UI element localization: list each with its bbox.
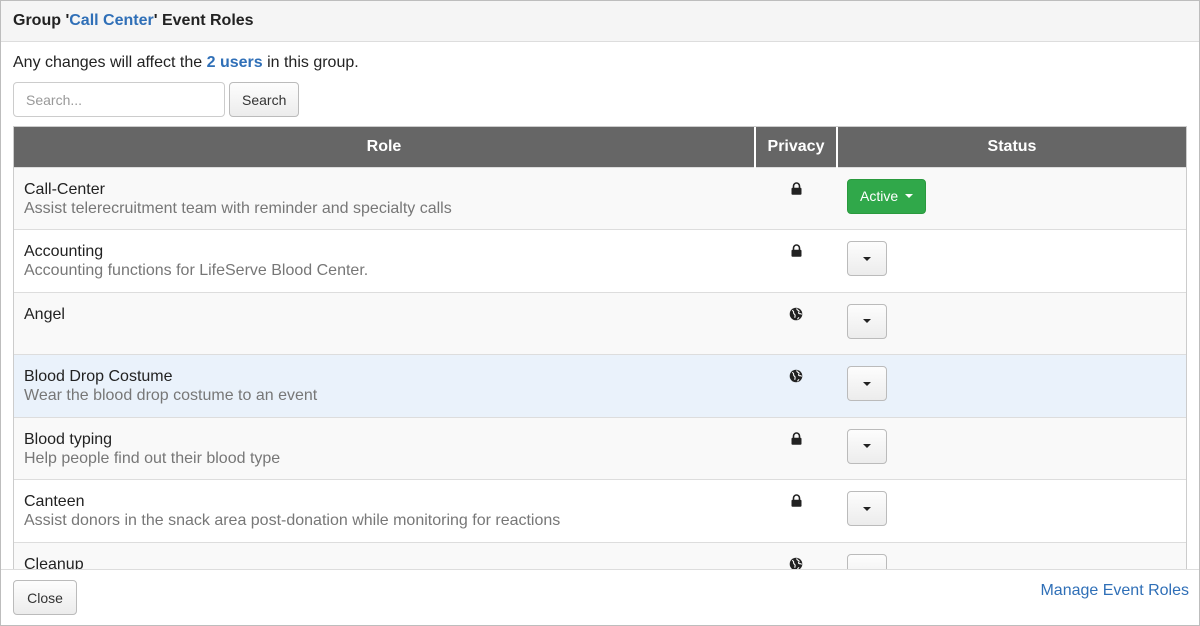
privacy-cell	[755, 541, 837, 569]
globe-icon	[789, 369, 803, 387]
status-dropdown-button[interactable]	[847, 428, 887, 464]
status-cell	[837, 354, 1186, 417]
manage-event-roles-link[interactable]: Manage Event Roles	[1040, 582, 1189, 600]
status-dropdown-button[interactable]	[847, 241, 887, 276]
roles-table: Role Privacy Status Call-Center Assist te…	[14, 127, 1186, 570]
role-name: Accounting	[24, 243, 104, 260]
caret-down-icon	[863, 319, 871, 323]
privacy-cell	[755, 166, 837, 230]
role-cell: Accounting Accounting functions for LifeS…	[14, 229, 755, 292]
close-button[interactable]: Close	[13, 580, 77, 615]
table-row: Canteen Assist donors in the snack area p…	[14, 479, 1186, 542]
users-link[interactable]: 2 users	[207, 54, 263, 71]
lock-icon	[791, 494, 802, 511]
status-dropdown-button[interactable]	[847, 553, 887, 569]
caret-down-icon	[863, 444, 871, 448]
lock-icon	[791, 431, 802, 449]
column-header-status: Status	[837, 127, 1186, 167]
role-description: Help people find out their blood type	[24, 449, 281, 467]
privacy-cell	[755, 291, 837, 355]
status-cell	[837, 416, 1186, 480]
role-cell: Blood Drop Costume Wear the blood drop co…	[14, 354, 755, 417]
lock-icon	[791, 181, 802, 199]
role-name: Canteen	[24, 493, 85, 510]
caret-down-icon	[905, 194, 914, 198]
role-description: Assist telerecruitment team with reminde…	[24, 199, 452, 217]
caret-down-icon	[863, 506, 871, 511]
status-cell: Active	[837, 166, 1186, 230]
table-row: Cleanup	[14, 541, 1186, 570]
role-cell: Angel	[14, 291, 755, 355]
group-name-link[interactable]: Call Center	[69, 12, 153, 29]
modal-title: Group 'Call Center' Event Roles	[13, 12, 254, 29]
status-cell	[837, 479, 1186, 542]
role-name: Blood Drop Costume	[24, 368, 173, 385]
modal-footer: Close Manage Event Roles	[1, 569, 1199, 625]
role-description: Accounting functions for LifeServe Blood…	[24, 262, 369, 279]
table-row: Accounting Accounting functions for LifeS…	[14, 229, 1186, 292]
search-button[interactable]: Search	[229, 82, 300, 117]
status-dropdown-button[interactable]: Active	[847, 178, 927, 214]
search-row: Search	[13, 82, 1187, 117]
modal-header: Group 'Call Center' Event Roles	[1, 1, 1199, 42]
event-roles-modal: Group 'Call Center' Event Roles Any chan…	[0, 0, 1200, 626]
status-dropdown-button[interactable]	[847, 303, 887, 339]
role-name: Cleanup	[24, 555, 84, 570]
status-cell	[837, 291, 1186, 355]
role-name: Angel	[24, 305, 65, 323]
caret-down-icon	[863, 256, 871, 261]
status-label: Active	[860, 188, 899, 204]
role-description: Wear the blood drop costume to an event	[24, 387, 318, 404]
table-row: Angel	[14, 291, 1186, 355]
table-row: Blood Drop Costume Wear the blood drop co…	[14, 354, 1186, 417]
modal-body: Any changes will affect the 2 users in t…	[1, 54, 1199, 570]
status-dropdown-button[interactable]	[847, 491, 887, 526]
column-header-privacy: Privacy	[755, 127, 838, 167]
privacy-cell	[755, 479, 837, 542]
search-input[interactable]	[13, 82, 225, 117]
table-row: Blood typing Help people find out their b…	[14, 416, 1186, 480]
table-row: Call-Center Assist telerecruitment team w…	[14, 166, 1186, 230]
roles-table-wrapper[interactable]: Role Privacy Status Call-Center Assist te…	[13, 126, 1187, 570]
users-notice: Any changes will affect the 2 users in t…	[13, 54, 359, 71]
privacy-cell	[755, 416, 837, 480]
lock-icon	[791, 244, 802, 261]
role-name: Blood typing	[24, 430, 113, 448]
privacy-cell	[755, 354, 837, 417]
role-name: Call-Center	[24, 180, 105, 198]
role-cell: Cleanup	[14, 541, 755, 570]
table-header-row: Role Privacy Status	[14, 127, 1186, 167]
status-cell	[837, 541, 1186, 569]
role-cell: Blood typing Help people find out their b…	[14, 416, 755, 480]
status-dropdown-button[interactable]	[847, 366, 887, 401]
globe-icon	[789, 307, 803, 325]
caret-down-icon	[863, 381, 871, 386]
privacy-cell	[755, 229, 837, 292]
role-description: Assist donors in the snack area post-don…	[24, 512, 561, 529]
role-cell: Canteen Assist donors in the snack area p…	[14, 479, 755, 542]
status-cell	[837, 229, 1186, 292]
role-cell: Call-Center Assist telerecruitment team w…	[14, 166, 755, 230]
column-header-role: Role	[14, 127, 756, 167]
